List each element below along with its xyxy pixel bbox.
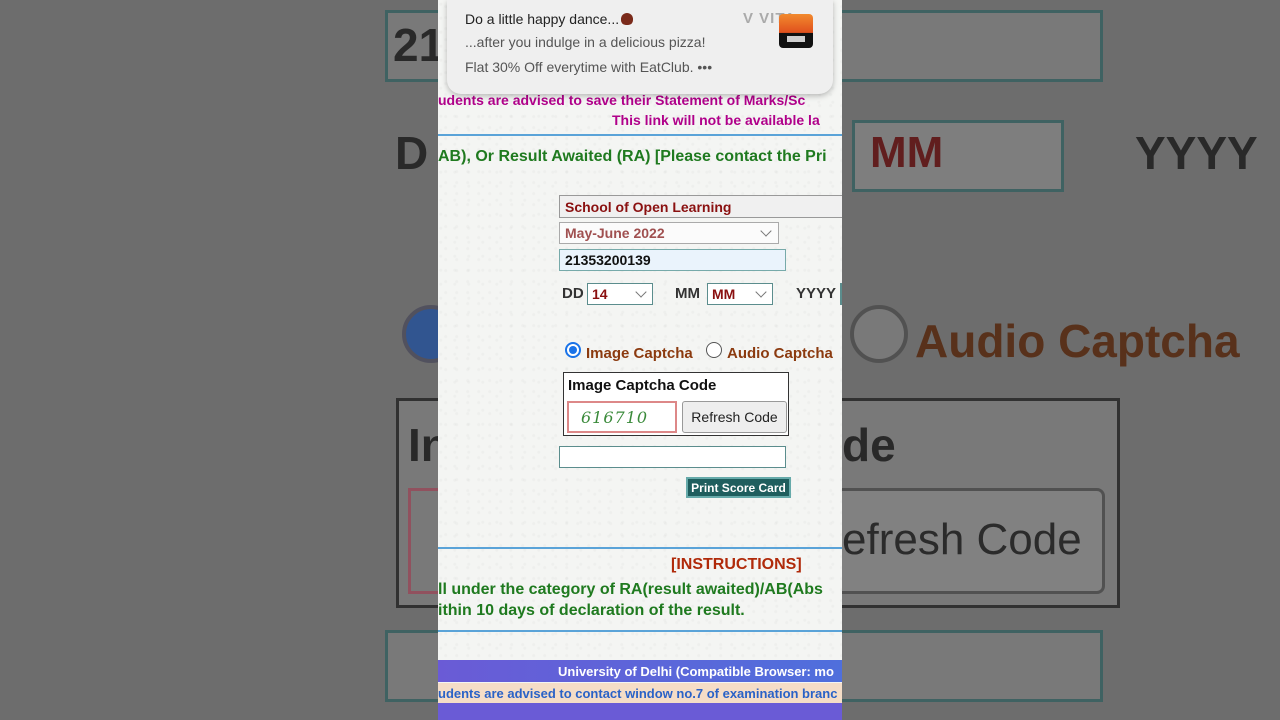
push-notification[interactable]: Do a little happy dance... ...after you … xyxy=(447,0,833,94)
dd-select[interactable]: 14 xyxy=(587,283,653,305)
footer-university: University of Delhi (Compatible Browser:… xyxy=(438,660,842,682)
yyyy-select-edge[interactable] xyxy=(840,283,842,305)
result-page: udents are advised to save their Stateme… xyxy=(438,0,842,720)
chevron-down-icon xyxy=(755,286,767,298)
instruction-line-2: ithin 10 days of declaration of the resu… xyxy=(438,602,745,619)
instruction-line-1: ll under the category of RA(result await… xyxy=(438,581,823,598)
refresh-code-button[interactable]: Refresh Code xyxy=(682,401,787,433)
divider-bottom xyxy=(438,630,842,632)
status-line: AB), Or Result Awaited (RA) [Please cont… xyxy=(438,148,827,165)
image-captcha-label[interactable]: Image Captcha xyxy=(586,345,693,362)
session-select[interactable]: May-June 2022 xyxy=(559,222,779,244)
instructions-title: [INSTRUCTIONS] xyxy=(671,556,802,573)
notice-save-marks: udents are advised to save their Stateme… xyxy=(438,92,806,108)
notification-line-2: ...after you indulge in a delicious pizz… xyxy=(465,34,706,50)
captcha-panel: Image Captcha Code 616710 Refresh Code xyxy=(563,372,789,436)
dancer-icon xyxy=(621,13,634,25)
notification-title: Do a little happy dance... xyxy=(465,11,634,27)
mm-label: MM xyxy=(675,285,700,302)
image-captcha-radio[interactable] xyxy=(565,342,581,358)
chevron-down-icon xyxy=(760,225,772,237)
school-select[interactable]: School of Open Learning xyxy=(559,195,842,218)
dd-label: DD xyxy=(562,285,584,302)
print-score-card-button[interactable]: Print Score Card xyxy=(686,477,791,498)
mm-value: MM xyxy=(712,286,736,302)
notice-link-availability: This link will not be available la xyxy=(612,112,820,128)
captcha-image: 616710 xyxy=(567,401,677,433)
roll-number-input[interactable]: 21353200139 xyxy=(559,249,786,271)
divider-instructions xyxy=(438,547,842,549)
footer-note: udents are advised to contact window no.… xyxy=(438,683,842,703)
captcha-title: Image Captcha Code xyxy=(568,377,717,394)
divider-top xyxy=(438,134,842,136)
audio-captcha-radio[interactable] xyxy=(706,342,722,358)
yyyy-label: YYYY xyxy=(796,285,837,302)
school-value: School of Open Learning xyxy=(565,198,732,215)
notification-line-3: Flat 30% Off everytime with EatClub. ••• xyxy=(465,59,713,75)
footer-strip xyxy=(438,703,842,720)
audio-captcha-label[interactable]: Audio Captcha xyxy=(727,345,833,362)
notification-title-text: Do a little happy dance... xyxy=(465,11,620,27)
roll-number-value: 21353200139 xyxy=(565,252,651,268)
captcha-input[interactable] xyxy=(559,446,786,468)
dd-value: 14 xyxy=(592,286,608,302)
chevron-down-icon xyxy=(635,286,647,298)
session-value: May-June 2022 xyxy=(565,225,665,241)
mm-select[interactable]: MM xyxy=(707,283,773,305)
app-logo-icon xyxy=(779,14,813,48)
